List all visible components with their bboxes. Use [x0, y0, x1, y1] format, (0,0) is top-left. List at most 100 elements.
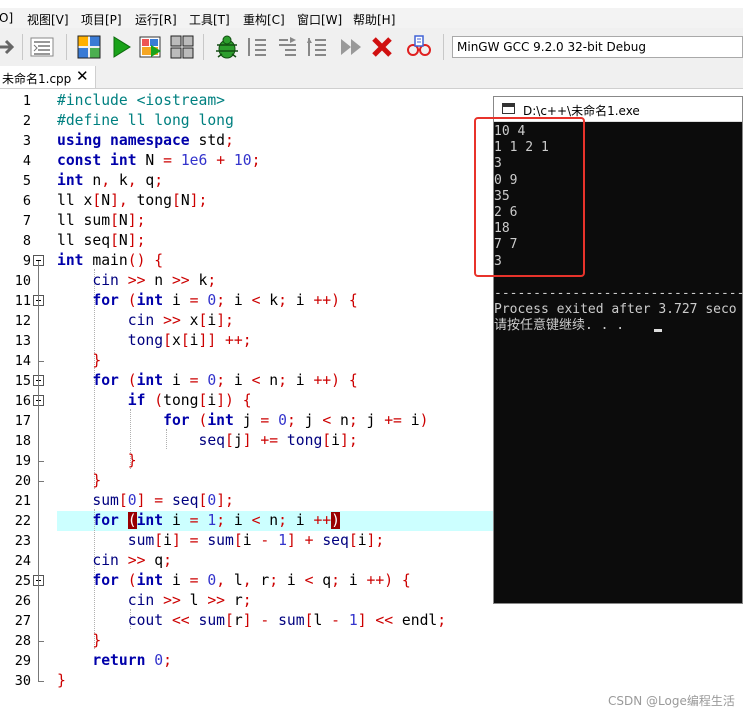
- toolbar-separator: [22, 34, 23, 60]
- line-number: 7: [22, 213, 31, 229]
- line-number: 12: [14, 313, 31, 329]
- line-number: 30: [14, 673, 31, 689]
- menu-item-refactor[interactable]: 重构[C]: [243, 11, 285, 28]
- line-number: 15: [14, 373, 31, 389]
- watermark: CSDN @Loge编程生活: [608, 694, 735, 708]
- indent-icon[interactable]: [29, 34, 55, 60]
- code-line: ll x[N], tong[N];: [57, 192, 208, 209]
- code-line: for (int j = 0; j < n; j += i): [163, 412, 429, 429]
- code-line: sum[0] = seq[0];: [92, 492, 234, 509]
- step-out-icon[interactable]: [304, 34, 330, 60]
- console-cursor: [654, 329, 662, 333]
- fold-end-marker: [38, 681, 44, 682]
- grid-icon[interactable]: [169, 34, 195, 60]
- code-line: cin >> q;: [92, 552, 172, 569]
- code-line: }: [92, 352, 102, 369]
- file-tab[interactable]: 未命名1.cpp ✕: [0, 66, 96, 88]
- line-number: 6: [22, 193, 31, 209]
- code-line: int main() {: [57, 252, 164, 269]
- line-number: 28: [14, 633, 31, 649]
- line-number: 20: [14, 473, 31, 489]
- line-number: 4: [22, 153, 31, 169]
- code-line: }: [92, 472, 102, 489]
- code-line: cin >> n >> k;: [92, 272, 217, 289]
- line-number: 14: [14, 353, 31, 369]
- code-line: tong[x[i]] ++;: [127, 332, 252, 349]
- code-line: seq[j] += tong[i];: [198, 432, 358, 449]
- line-number: 13: [14, 333, 31, 349]
- code-line-current: for (int i = 1; i < n; i ++): [92, 512, 340, 529]
- code-line: cout << sum[r] - sum[l - 1] << endl;: [127, 612, 447, 629]
- line-number: 3: [22, 133, 31, 149]
- fold-end-marker: [38, 361, 44, 362]
- compile-run-icon[interactable]: [138, 34, 164, 60]
- menu-item-tools[interactable]: 工具[T]: [189, 11, 230, 28]
- toolbar: MinGW GCC 9.2.0 32-bit Debug: [0, 28, 743, 67]
- file-tab-label: 未命名1.cpp: [2, 72, 72, 86]
- line-number: 17: [14, 413, 31, 429]
- code-line: if (tong[i]) {: [127, 392, 252, 409]
- debug-bug-icon[interactable]: [214, 34, 240, 60]
- line-number: 19: [14, 453, 31, 469]
- fold-end-marker: [38, 481, 44, 482]
- line-number: 23: [14, 533, 31, 549]
- code-line: }: [127, 452, 137, 469]
- toolbar-separator: [203, 34, 204, 60]
- code-line: for (int i = 0; i < k; i ++) {: [92, 292, 358, 309]
- step-over-icon[interactable]: [274, 34, 300, 60]
- line-number: 16: [14, 393, 31, 409]
- step-into-icon[interactable]: [244, 34, 270, 60]
- code-line: using namespace std;: [57, 132, 234, 149]
- menu-item-project[interactable]: 项目[P]: [81, 11, 122, 28]
- line-number: 5: [22, 173, 31, 189]
- line-number: 1: [22, 93, 31, 109]
- line-number: 9: [22, 253, 31, 269]
- profile-icon[interactable]: [406, 34, 432, 60]
- code-line: const int N = 1e6 + 10;: [57, 152, 261, 169]
- run-icon[interactable]: [108, 34, 134, 60]
- console-app-icon: [502, 103, 515, 114]
- code-line: int n, k, q;: [57, 172, 164, 189]
- new-project-icon[interactable]: [76, 34, 102, 60]
- code-line: cin >> l >> r;: [127, 592, 252, 609]
- code-editor[interactable]: 1 2 3 4 5 6 7 8 9 10 11 12 13 14 15 16 17 18 19 20 21 22 23 24 2…: [0, 89, 743, 714]
- forward-arrow-icon[interactable]: [0, 34, 20, 60]
- toolbar-separator: [66, 34, 67, 60]
- code-line: return 0;: [92, 652, 172, 669]
- code-line: sum[i] = sum[i - 1] + seq[i];: [127, 532, 385, 549]
- code-line: #define ll long long: [57, 112, 234, 129]
- fold-connector: [38, 261, 39, 681]
- annotation-box: [474, 117, 585, 277]
- line-number: 2: [22, 113, 31, 129]
- menu-item-format[interactable]: O]: [0, 11, 13, 25]
- menu-item-help[interactable]: 帮助[H]: [353, 11, 395, 28]
- console-line: --------------------------------: [494, 286, 743, 301]
- fold-end-marker: [38, 461, 44, 462]
- compiler-select[interactable]: MinGW GCC 9.2.0 32-bit Debug: [452, 36, 743, 58]
- code-line: for (int i = 0; i < n; i ++) {: [92, 372, 358, 389]
- line-number: 24: [14, 553, 31, 569]
- menu-item-window[interactable]: 窗口[W]: [297, 11, 342, 28]
- close-icon[interactable]: ✕: [76, 67, 89, 85]
- code-line: #include <iostream>: [57, 92, 226, 109]
- menu-item-run[interactable]: 运行[R]: [135, 11, 177, 28]
- menu-item-view[interactable]: 视图[V]: [27, 11, 69, 28]
- line-number-gutter: 1 2 3 4 5 6 7 8 9 10 11 12 13 14 15 16 17 18 19 20 21 22 23 24 2…: [0, 89, 55, 714]
- code-line: }: [92, 632, 102, 649]
- line-number: 21: [14, 493, 31, 509]
- line-number: 18: [14, 433, 31, 449]
- line-number: 29: [14, 653, 31, 669]
- line-number: 25: [14, 573, 31, 589]
- stop-icon[interactable]: [369, 34, 395, 60]
- line-number: 8: [22, 233, 31, 249]
- code-line: ll seq[N];: [57, 232, 146, 249]
- line-number: 10: [14, 273, 31, 289]
- fold-end-marker: [38, 641, 44, 642]
- editor-tab-bar: 未命名1.cpp ✕: [0, 66, 743, 89]
- line-number: 11: [14, 293, 31, 309]
- continue-icon[interactable]: [338, 34, 364, 60]
- code-line: }: [57, 672, 66, 689]
- code-line: ll sum[N];: [57, 212, 146, 229]
- code-line: for (int i = 0, l, r; i < q; i ++) {: [92, 572, 411, 589]
- window-title-strip: [0, 0, 743, 8]
